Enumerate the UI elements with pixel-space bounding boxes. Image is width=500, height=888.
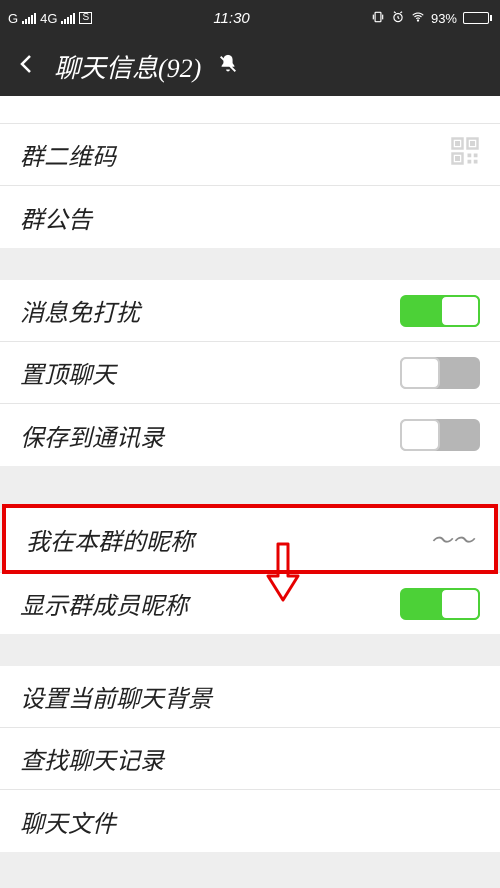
vibrate-icon bbox=[371, 10, 385, 27]
page-title: 聊天信息(92) bbox=[54, 48, 201, 85]
row-label: 保存到通讯录 bbox=[20, 418, 164, 453]
status-bar: G 4G S 11:30 93% bbox=[0, 0, 500, 36]
row-my-nickname[interactable]: 我在本群的昵称 ～～ bbox=[6, 508, 494, 570]
row-label: 置顶聊天 bbox=[20, 355, 116, 390]
qr-icon bbox=[450, 136, 480, 173]
signal-icon-2 bbox=[61, 12, 75, 24]
alarm-icon bbox=[391, 10, 405, 27]
row-search-history[interactable]: 查找聊天记录 bbox=[0, 728, 500, 790]
row-save-contacts[interactable]: 保存到通讯录 bbox=[0, 404, 500, 466]
row-mute-notifications[interactable]: 消息免打扰 bbox=[0, 280, 500, 342]
battery-icon bbox=[463, 12, 492, 24]
row-label: 设置当前聊天背景 bbox=[20, 679, 212, 714]
row-show-member-nick[interactable]: 显示群成员昵称 bbox=[0, 572, 500, 634]
sim-box: S bbox=[79, 12, 92, 24]
annotation-arrow-icon bbox=[266, 542, 300, 607]
carrier-label: G bbox=[8, 11, 18, 26]
toggle-show-nick[interactable] bbox=[400, 588, 480, 620]
clock: 11:30 bbox=[92, 10, 371, 27]
row-group-announcement[interactable]: 群公告 bbox=[0, 186, 500, 248]
row-cutoff-top[interactable] bbox=[0, 96, 500, 124]
row-group-qr[interactable]: 群二维码 bbox=[0, 124, 500, 186]
row-label: 群二维码 bbox=[20, 137, 116, 172]
toggle-pin[interactable] bbox=[400, 357, 480, 389]
signal-icon bbox=[22, 12, 36, 24]
highlight-box: 我在本群的昵称 ～～ bbox=[2, 504, 498, 574]
header-bar: 聊天信息(92) bbox=[0, 36, 500, 96]
battery-pct: 93% bbox=[431, 11, 457, 26]
row-pin-chat[interactable]: 置顶聊天 bbox=[0, 342, 500, 404]
toggle-mute[interactable] bbox=[400, 295, 480, 327]
row-label: 群公告 bbox=[20, 200, 92, 235]
row-value: ～～ bbox=[430, 523, 474, 555]
row-chat-background[interactable]: 设置当前聊天背景 bbox=[0, 666, 500, 728]
row-label: 聊天文件 bbox=[20, 804, 116, 839]
network-label: 4G bbox=[40, 11, 57, 26]
row-label: 显示群成员昵称 bbox=[20, 586, 188, 621]
toggle-save-contacts[interactable] bbox=[400, 419, 480, 451]
row-label: 消息免打扰 bbox=[20, 293, 140, 328]
mute-icon bbox=[217, 53, 239, 80]
row-chat-files[interactable]: 聊天文件 bbox=[0, 790, 500, 852]
back-button[interactable] bbox=[14, 52, 38, 81]
row-label: 我在本群的昵称 bbox=[26, 522, 194, 557]
content: 群二维码 群公告 消息免打扰 置顶聊天 保存到通讯录 我在本群的昵称 ～～ 显示… bbox=[0, 96, 500, 888]
wifi-icon bbox=[411, 10, 425, 27]
row-label: 查找聊天记录 bbox=[20, 741, 164, 776]
